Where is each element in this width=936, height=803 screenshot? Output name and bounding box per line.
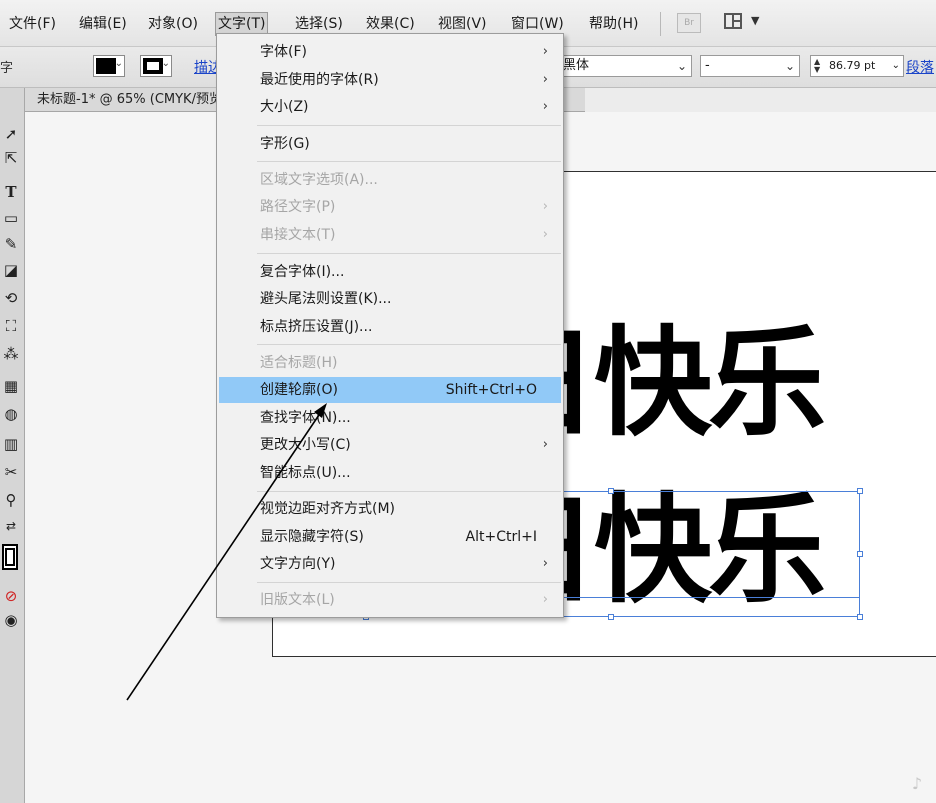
menu-separator: [257, 161, 561, 162]
handle-middle-right[interactable]: [857, 551, 863, 557]
zoom-tool-icon[interactable]: ⚲: [0, 488, 22, 512]
spinner-arrows-icon[interactable]: ▲ ▼: [814, 58, 820, 74]
menu-item-size[interactable]: 大小(Z) ›: [219, 94, 561, 120]
menu-item-area-type-options: 区域文字选项(A)...: [260, 172, 378, 188]
chevron-down-icon: ⌄: [676, 59, 687, 73]
menu-separator: [257, 491, 561, 492]
free-transform-tool-icon[interactable]: ⛶: [0, 314, 22, 338]
rotate-tool-icon[interactable]: ⟲: [0, 286, 22, 310]
none-color-icon[interactable]: ⊘: [0, 584, 22, 608]
menu-edit[interactable]: 编辑(E): [79, 13, 127, 35]
slice-tool-icon[interactable]: ✂: [0, 460, 22, 484]
menu-item-smart-punctuation[interactable]: 智能标点(U)...: [219, 460, 561, 486]
handle-top-right[interactable]: [857, 488, 863, 494]
workspace-switcher-button[interactable]: ▼: [724, 12, 764, 34]
swap-fill-stroke-icon[interactable]: ⇄: [0, 514, 22, 538]
menu-item-optical-margin-alignment[interactable]: 视觉边距对齐方式(M): [219, 496, 561, 522]
menu-separator: [257, 344, 561, 345]
blend-tool-icon[interactable]: ◍: [0, 402, 22, 426]
chevron-down-icon: ⌄: [891, 60, 900, 71]
show-hidden-characters-shortcut: Alt+Ctrl+I: [465, 529, 537, 545]
bridge-button[interactable]: Br: [677, 13, 701, 33]
font-style-value: -: [705, 58, 710, 73]
font-size-field[interactable]: ▲ ▼ 86.79 pt ⌄: [810, 55, 904, 77]
font-family-value: 黑体: [563, 58, 590, 73]
stroke-color-swatch[interactable]: ⌄: [140, 55, 172, 77]
menu-item-show-hidden-characters[interactable]: 显示隐藏字符(S) Alt+Ctrl+I: [219, 524, 561, 550]
menu-effect[interactable]: 效果(C): [366, 13, 415, 35]
menubar-divider: [660, 12, 661, 36]
menu-item-fit-headline: 适合标题(H): [260, 355, 338, 371]
chevron-right-icon: ›: [542, 199, 548, 214]
menu-object[interactable]: 对象(O): [148, 13, 198, 35]
menu-item-type-on-path: 路径文字(P) ›: [219, 194, 561, 220]
menu-select[interactable]: 选择(S): [295, 13, 343, 35]
menu-item-change-case[interactable]: 更改大小写(C) ›: [219, 432, 561, 458]
rectangle-tool-icon[interactable]: ▭: [0, 206, 22, 230]
direct-selection-tool-icon[interactable]: ⇱: [0, 146, 22, 170]
fill-color-chip: [96, 58, 116, 74]
menu-item-composite-fonts[interactable]: 复合字体(I)...: [219, 259, 561, 285]
menu-item-glyphs[interactable]: 字形(G): [219, 131, 561, 157]
menu-item-recent-fonts[interactable]: 最近使用的字体(R) ›: [219, 67, 561, 93]
chevron-right-icon: ›: [542, 592, 548, 607]
menu-view[interactable]: 视图(V): [438, 13, 487, 35]
stroke-color-chip: [143, 58, 163, 74]
fill-stroke-swatch-icon[interactable]: [0, 540, 22, 576]
menu-separator: [257, 582, 561, 583]
fill-color-swatch[interactable]: ⌄: [93, 55, 125, 77]
menu-item-create-outlines[interactable]: 创建轮廓(O) Shift+Ctrl+O: [219, 377, 561, 403]
font-family-select[interactable]: 黑体 ⌄: [558, 55, 692, 77]
menu-separator: [257, 253, 561, 254]
menu-item-font[interactable]: 字体(F) ›: [219, 39, 561, 65]
selection-tool-icon[interactable]: ➚: [0, 122, 22, 146]
menu-window[interactable]: 窗口(W): [511, 13, 564, 35]
type-menu-dropdown: 字体(F) › 最近使用的字体(R) › 大小(Z) › 字形(G) 区域文字选项(A…: [216, 33, 564, 618]
menu-separator: [257, 125, 561, 126]
chevron-right-icon: ›: [542, 227, 548, 242]
menu-file[interactable]: 文件(F): [9, 13, 56, 35]
drawing-mode-icon[interactable]: ◉: [0, 608, 22, 632]
gradient-tool-icon[interactable]: ▦: [0, 374, 22, 398]
menu-item-kinsoku-settings[interactable]: 避头尾法则设置(K)...: [219, 286, 561, 312]
font-size-value: 86.79 pt: [829, 59, 876, 72]
workspace-layout-icon: [724, 13, 742, 29]
menu-help[interactable]: 帮助(H): [589, 13, 638, 35]
paintbrush-tool-icon[interactable]: ✎: [0, 232, 22, 256]
eraser-tool-icon[interactable]: ◪: [0, 258, 22, 282]
handle-bottom-center[interactable]: [608, 614, 614, 620]
menu-item-threaded-text: 串接文本(T) ›: [219, 222, 561, 248]
chevron-right-icon: ›: [542, 72, 548, 87]
caret-down-icon: ▼: [751, 14, 760, 27]
tools-panel: ➚ ⇱ T ▭ ✎ ◪ ⟲ ⛶ ⁂ ▦ ◍ ▥ ✂ ⚲ ⇄ ⊘ ◉: [0, 88, 25, 803]
chevron-right-icon: ›: [542, 44, 548, 59]
chevron-down-icon: ⌄: [161, 58, 170, 69]
type-tool-icon[interactable]: T: [0, 180, 22, 204]
column-graph-tool-icon[interactable]: ▥: [0, 432, 22, 456]
music-note-icon: ♪: [911, 774, 923, 793]
handle-top-center[interactable]: [608, 488, 614, 494]
paragraph-panel-link[interactable]: 段落: [906, 57, 934, 77]
menu-item-type-orientation[interactable]: 文字方向(Y) ›: [219, 551, 561, 577]
chevron-down-icon: ⌄: [114, 58, 123, 69]
menu-item-mojikumi-settings[interactable]: 标点挤压设置(J)...: [219, 314, 561, 340]
menu-item-find-font[interactable]: 查找字体(N)...: [219, 405, 561, 431]
font-style-select[interactable]: - ⌄: [700, 55, 800, 77]
chevron-down-icon: ⌄: [784, 59, 795, 73]
handle-bottom-right[interactable]: [857, 614, 863, 620]
symbol-sprayer-tool-icon[interactable]: ⁂: [0, 342, 22, 366]
create-outlines-shortcut: Shift+Ctrl+O: [445, 382, 537, 398]
character-label: 字: [0, 61, 14, 76]
chevron-right-icon: ›: [542, 99, 548, 114]
chevron-right-icon: ›: [542, 437, 548, 452]
chevron-right-icon: ›: [542, 556, 548, 571]
menu-item-legacy-text: 旧版文本(L) ›: [219, 587, 561, 613]
